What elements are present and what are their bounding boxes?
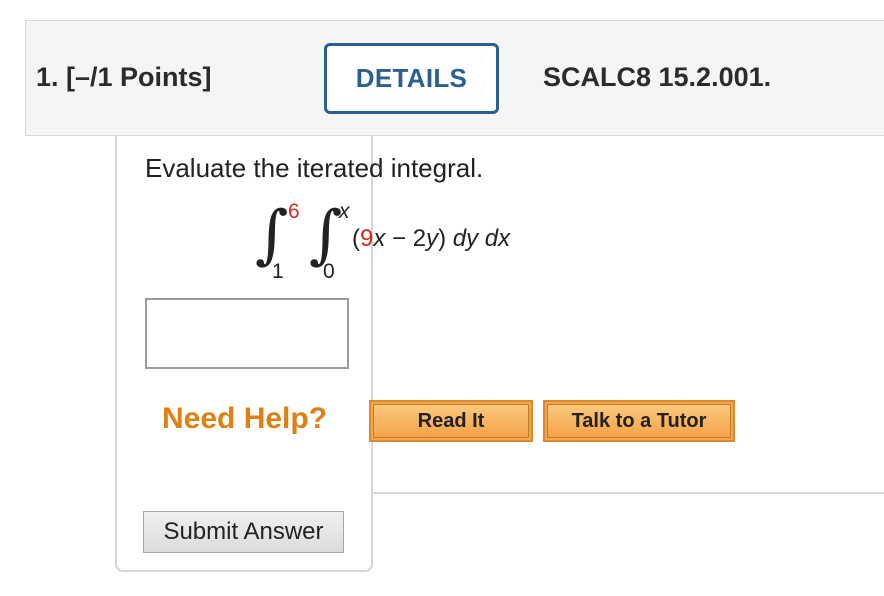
read-it-label: Read It [373,404,529,438]
submit-answer-button[interactable]: Submit Answer [143,511,344,553]
need-help-label: Need Help? [162,402,328,435]
details-button[interactable]: DETAILS [324,43,499,114]
outer-upper-limit: 6 [288,200,300,223]
differential-dx: dx [484,225,511,252]
question-code: SCALC8 15.2.001. [543,62,772,92]
talk-to-tutor-label: Talk to a Tutor [547,404,731,438]
integrand-y: y [426,225,439,252]
integrand-open-paren: ( [352,225,360,252]
differential-dy: dy [452,225,479,252]
question-number-points: 1. [–/1 Points] [36,62,212,92]
integrand-x: x [373,225,386,252]
body-divider [371,492,884,494]
integrand: (9x − 2y) dy dx [352,225,510,253]
integrand-minus-term: − 2 [385,225,427,252]
inner-integral-sign: ∫ [309,198,343,272]
integrand-coefficient: 9 [360,225,374,252]
integrand-close-paren: ) [438,225,453,252]
inner-upper-limit: x [339,200,350,223]
outer-lower-limit: 1 [272,260,284,283]
read-it-button[interactable]: Read It [369,400,533,442]
problem-prompt: Evaluate the iterated integral. [145,153,484,183]
outer-integral-sign: ∫ [255,198,289,272]
integrand-space [478,225,485,252]
talk-to-tutor-button[interactable]: Talk to a Tutor [543,400,735,442]
answer-input[interactable] [145,298,349,369]
inner-lower-limit: 0 [323,260,335,283]
